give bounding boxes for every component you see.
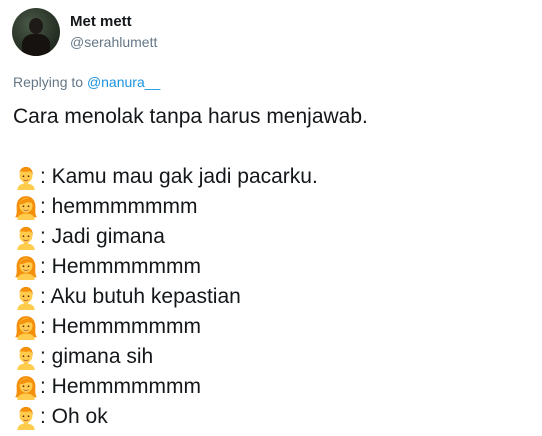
woman-emoji-icon — [15, 376, 37, 400]
tweet-card: Met mett @serahlumett Replying to @nanur… — [0, 0, 542, 436]
dialogue-line: : Kamu mau gak jadi pacarku. — [13, 162, 368, 192]
dialogue-line: : Oh ok — [13, 402, 368, 432]
dialogue-text: : Oh ok — [40, 405, 108, 428]
display-name[interactable]: Met mett — [70, 13, 157, 31]
avatar[interactable] — [12, 8, 60, 56]
woman-emoji-icon — [15, 256, 37, 280]
dialogue-text: : Jadi gimana — [40, 225, 165, 248]
man-emoji-icon — [17, 286, 35, 310]
replying-to-label: Replying to — [13, 74, 87, 90]
dialogue-lines: : Kamu mau gak jadi pacarku. : hemmmmmmm:… — [13, 162, 368, 432]
dialogue-line: : Hemmmmmmm — [13, 252, 368, 282]
tweet-text: Cara menolak tanpa harus menjawab. : Kam… — [13, 102, 368, 432]
man-emoji-icon — [17, 226, 35, 250]
dialogue-text: : Hemmmmmmm — [40, 255, 201, 278]
man-emoji-icon — [17, 406, 35, 430]
dialogue-text: : Aku butuh kepastian — [40, 285, 241, 308]
dialogue-line: : Hemmmmmmm — [13, 372, 368, 402]
tweet-headline: Cara menolak tanpa harus menjawab. — [13, 105, 368, 128]
dialogue-line: : Jadi gimana — [13, 222, 368, 252]
replying-to: Replying to @nanura__ — [13, 73, 160, 91]
author-info: Met mett @serahlumett — [70, 13, 157, 51]
woman-emoji-icon — [15, 316, 37, 340]
woman-emoji-icon — [15, 196, 37, 220]
user-handle[interactable]: @serahlumett — [70, 33, 157, 51]
dialogue-line: : gimana sih — [13, 342, 368, 372]
dialogue-text: : hemmmmmmm — [40, 195, 198, 218]
dialogue-text: : Hemmmmmmm — [40, 315, 201, 338]
dialogue-text: : Hemmmmmmm — [40, 375, 201, 398]
dialogue-line: : Aku butuh kepastian — [13, 282, 368, 312]
dialogue-line: : Hemmmmmmm — [13, 312, 368, 342]
man-emoji-icon — [17, 166, 35, 190]
reply-mention-link[interactable]: @nanura__ — [87, 74, 160, 90]
dialogue-line: : hemmmmmmm — [13, 192, 368, 222]
man-emoji-icon — [17, 346, 35, 370]
dialogue-text: : gimana sih — [40, 345, 154, 368]
dialogue-text: : Kamu mau gak jadi pacarku. — [40, 165, 318, 188]
